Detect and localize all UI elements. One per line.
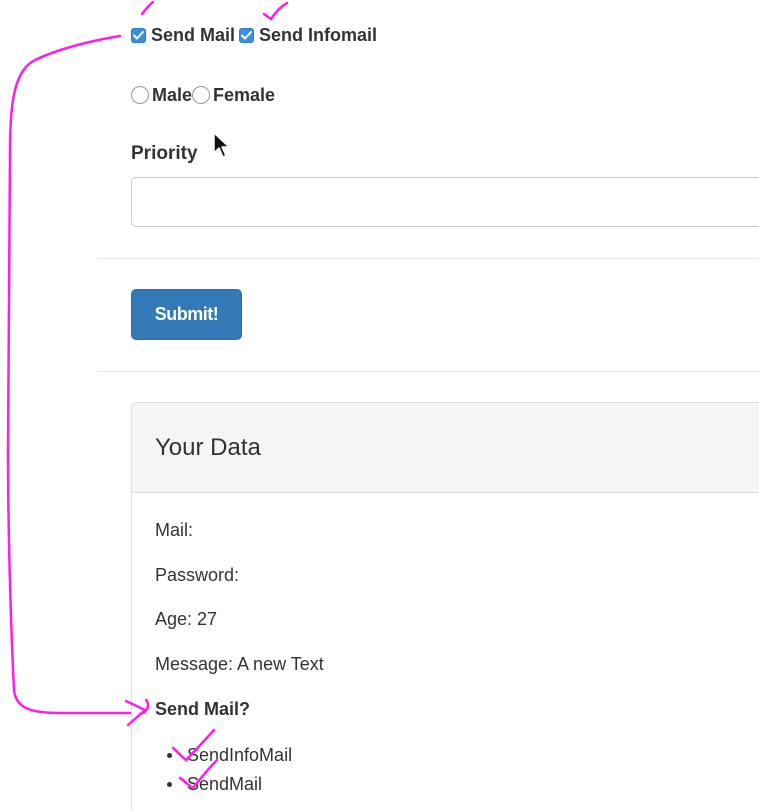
mail-value: Mail: — [155, 520, 194, 540]
send-mail-list: SendInfoMail SendMail — [167, 741, 293, 799]
list-item-text: SendInfoMail — [187, 745, 293, 765]
page: Send Mail Send Infomail Male Female Prio… — [0, 0, 759, 811]
priority-select[interactable] — [131, 177, 759, 227]
mouse-pointer-icon — [213, 132, 230, 158]
send-mail-checkbox[interactable]: Send Mail — [131, 25, 235, 46]
message-value: Message: A new Text — [155, 654, 324, 674]
panel-heading: Your Data — [132, 403, 759, 493]
checkmark-icon[interactable] — [131, 27, 146, 43]
radio-circle[interactable] — [192, 86, 211, 104]
bullet — [167, 782, 172, 787]
send-infomail-label: Send Infomail — [259, 24, 378, 45]
list-item: SendMail — [167, 770, 292, 799]
send-mail-label: Send Mail — [151, 24, 236, 45]
your-data-panel: Your Data Mail: Password: Age: 27 Messag… — [131, 402, 759, 811]
divider — [98, 371, 759, 372]
submit-button[interactable]: Submit! — [131, 289, 242, 340]
gender-options: Male Female — [131, 84, 275, 106]
panel-title: Your Data — [155, 433, 261, 461]
priority-label: Priority — [131, 143, 198, 164]
male-label: Male — [152, 84, 193, 105]
female-radio[interactable]: Female — [192, 85, 275, 106]
password-value: Password: — [155, 565, 240, 585]
radio-circle[interactable] — [131, 86, 149, 104]
list-item-text: SendMail — [187, 774, 263, 794]
list-item: SendInfoMail — [167, 741, 293, 770]
male-radio[interactable]: Male — [131, 85, 192, 106]
bullet — [167, 753, 172, 758]
checkmark-icon[interactable] — [239, 27, 255, 43]
age-value: Age: 27 — [155, 609, 218, 629]
send-mail-heading: Send Mail? — [155, 699, 251, 719]
mail-options: Send Mail Send Infomail — [131, 24, 381, 46]
female-label: Female — [213, 84, 276, 105]
send-infomail-checkbox[interactable]: Send Infomail — [239, 25, 377, 46]
divider — [98, 258, 759, 259]
